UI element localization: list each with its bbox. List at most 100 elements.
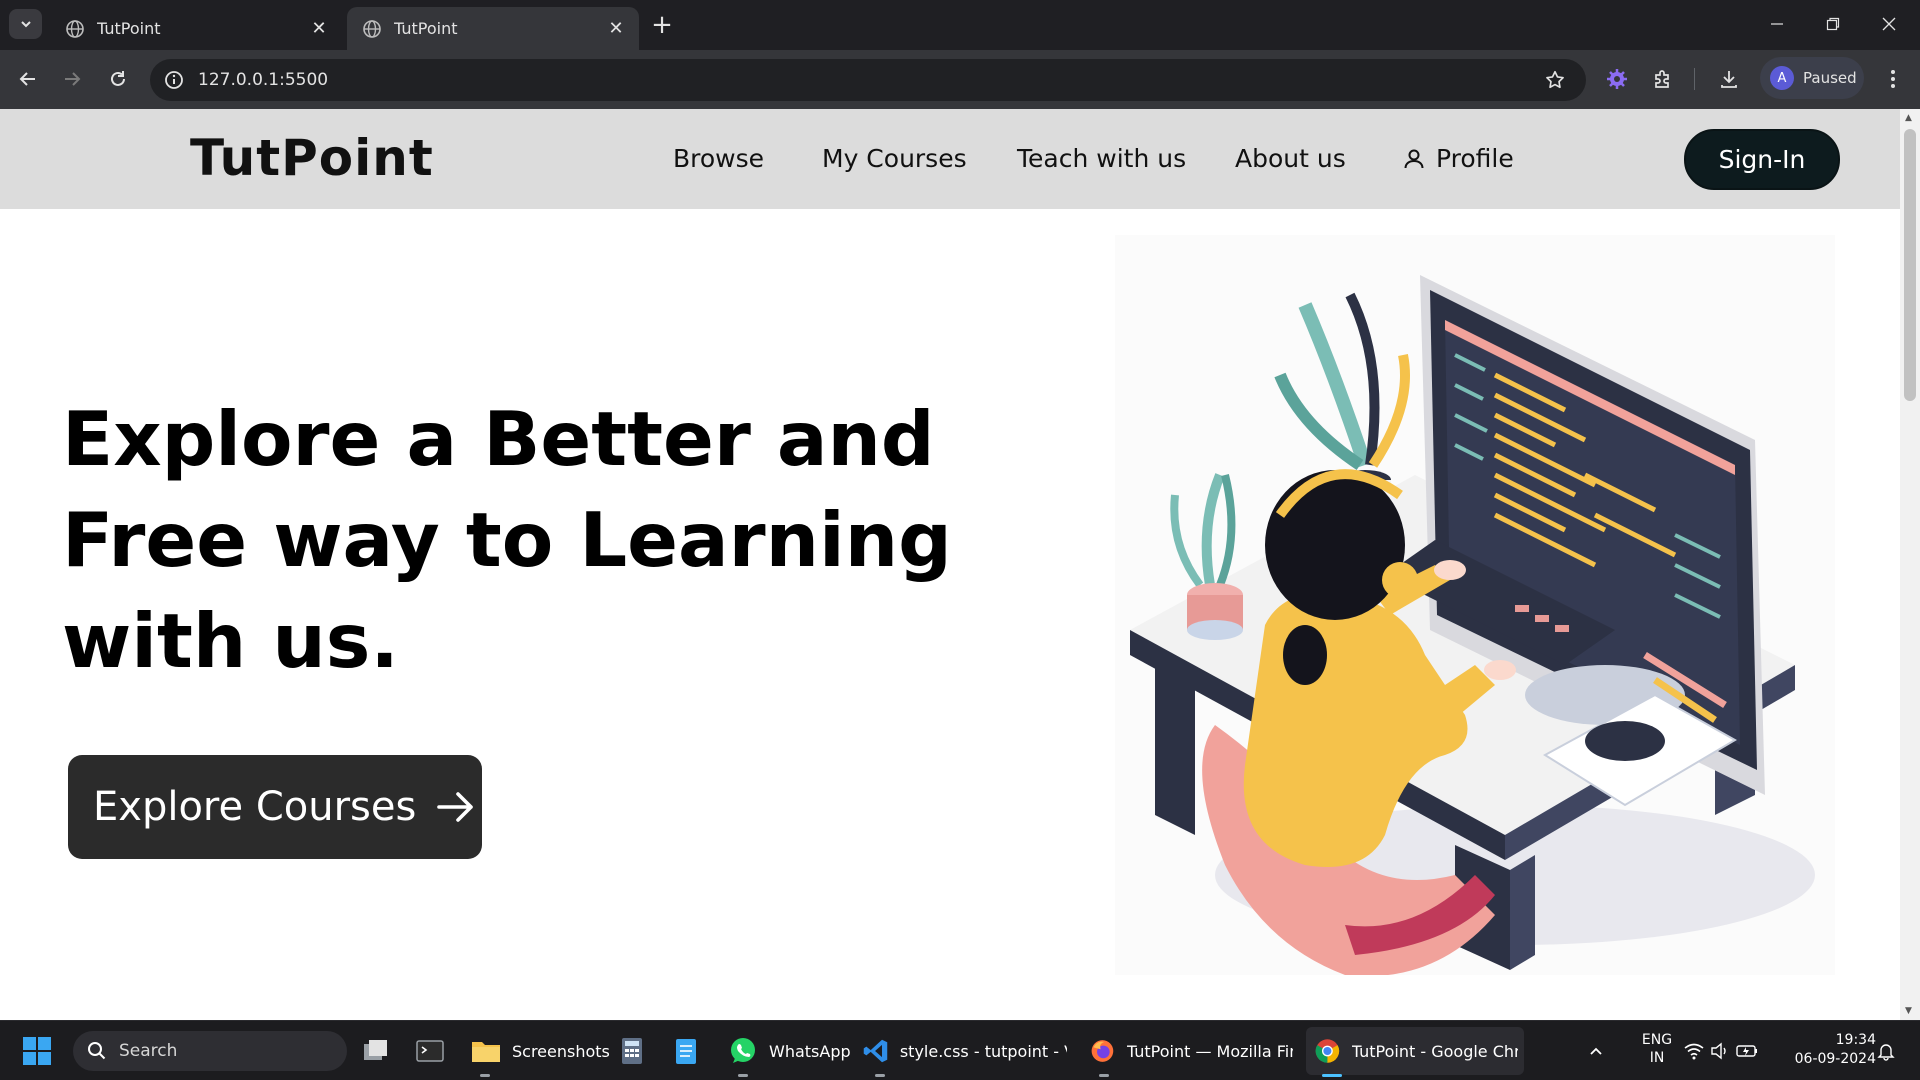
nav-browse[interactable]: Browse (673, 144, 764, 173)
taskbar-app-screenshots[interactable]: Screenshots (470, 1029, 610, 1073)
notifications-button[interactable] (1876, 1029, 1896, 1073)
search-placeholder: Search (119, 1041, 178, 1061)
active-indicator (1322, 1074, 1342, 1077)
minimize-icon (1771, 23, 1783, 25)
taskbar-app-vscode[interactable]: style.css - tutpoint - Visi (862, 1029, 1067, 1073)
system-tray-status[interactable] (1683, 1029, 1763, 1073)
arrow-left-icon (19, 72, 35, 86)
taskbar-app-firefox[interactable]: TutPoint — Mozilla Firef (1088, 1029, 1293, 1073)
whatsapp-icon (731, 1038, 755, 1063)
task-view-icon (364, 1040, 387, 1060)
forward-button[interactable] (57, 64, 87, 94)
running-indicator (738, 1074, 748, 1077)
scrollbar-thumb[interactable] (1904, 129, 1916, 401)
page-scrollbar[interactable]: ▲ ▼ (1900, 109, 1920, 1020)
tab-search-button[interactable] (9, 9, 42, 39)
language-indicator[interactable]: ENG IN (1635, 1031, 1679, 1067)
close-tab-icon[interactable]: ✕ (308, 18, 330, 40)
hero-title: Explore a Better and Free way to Learnin… (62, 389, 962, 692)
chevron-down-icon (20, 21, 31, 28)
taskbar-app-label: style.css - tutpoint - Visi (899, 1041, 1067, 1061)
site-info-icon[interactable] (162, 68, 186, 92)
profile-status: Paused (1803, 69, 1857, 87)
lang-line: ENG (1641, 1032, 1673, 1048)
task-view-button[interactable] (360, 1029, 390, 1073)
bell-icon (1877, 1044, 1895, 1061)
downloads-button[interactable] (1714, 64, 1744, 94)
profile-chip[interactable]: A Paused (1760, 57, 1864, 99)
start-button[interactable] (22, 1029, 52, 1073)
tab-title: TutPoint (97, 19, 161, 38)
download-icon (1721, 71, 1737, 88)
lang-line: IN (1649, 1050, 1665, 1066)
running-indicator (1099, 1074, 1109, 1077)
nav-my-courses[interactable]: My Courses (822, 144, 967, 173)
taskbar-app-label: TutPoint — Mozilla Firef (1126, 1041, 1293, 1061)
terminal-app[interactable] (415, 1029, 445, 1073)
avatar: A (1770, 66, 1794, 90)
chevron-up-icon (1590, 1047, 1602, 1055)
wifi-icon (1684, 1043, 1704, 1060)
taskbar-app-chrome[interactable]: TutPoint - Google Chror (1313, 1029, 1518, 1073)
firefox-icon (1091, 1040, 1114, 1062)
taskbar-app-label: WhatsApp (769, 1041, 851, 1061)
new-tab-button[interactable]: + (649, 12, 675, 38)
restore-button[interactable] (1811, 8, 1855, 40)
notepad-app[interactable] (672, 1029, 700, 1073)
web-page: TutPoint Browse My Courses Teach with us… (0, 109, 1900, 1020)
nav-teach[interactable]: Teach with us (1017, 144, 1186, 173)
address-bar[interactable]: 127.0.0.1:5500 (150, 59, 1586, 101)
windows-logo-icon (23, 1037, 51, 1065)
kebab-menu-icon (1891, 70, 1895, 88)
clock[interactable]: 19:34 06-09-2024 (1780, 1031, 1876, 1069)
taskbar-app-label: TutPoint - Google Chror (1351, 1041, 1518, 1061)
browser-tabstrip: TutPoint ✕ TutPoint ✕ + (0, 0, 1920, 50)
user-icon (1404, 149, 1424, 168)
clock-time: 19:34 (1835, 1032, 1876, 1048)
back-button[interactable] (13, 64, 43, 94)
volume-icon (1711, 1042, 1726, 1060)
arrow-right-icon (437, 792, 474, 822)
search-icon (88, 1042, 106, 1060)
reload-button[interactable] (103, 64, 133, 94)
browser-tab-2[interactable]: TutPoint ✕ (347, 7, 639, 50)
hero-title-line: Free way to Learning (62, 496, 952, 584)
chrome-icon (1315, 1039, 1340, 1063)
clock-date: 06-09-2024 (1794, 1051, 1876, 1067)
extensions-menu-button[interactable] (1648, 64, 1678, 94)
running-indicator (480, 1074, 490, 1077)
taskbar-search[interactable]: Search (73, 1031, 347, 1071)
extension-button[interactable] (1602, 64, 1632, 94)
terminal-icon (416, 1040, 444, 1062)
site-logo[interactable]: TutPoint (190, 129, 434, 187)
nav-profile-label: Profile (1436, 144, 1514, 173)
nav-profile[interactable]: Profile (1402, 144, 1514, 173)
explore-courses-button[interactable]: Explore Courses (68, 755, 482, 859)
taskbar-app-whatsapp[interactable]: WhatsApp (727, 1029, 851, 1073)
browser-tab-1[interactable]: TutPoint ✕ (50, 7, 342, 50)
hero-title-line: Explore a Better and (62, 395, 935, 483)
url-text: 127.0.0.1:5500 (198, 70, 329, 90)
scroll-up-arrow-icon[interactable]: ▲ (1905, 113, 1912, 123)
explore-courses-label: Explore Courses (93, 784, 417, 830)
close-window-button[interactable] (1867, 8, 1911, 40)
bookmark-star-icon[interactable] (1544, 69, 1566, 91)
show-hidden-icons-button[interactable] (1588, 1029, 1604, 1073)
restore-icon (1826, 17, 1840, 31)
site-navbar: TutPoint Browse My Courses Teach with us… (0, 109, 1900, 209)
calculator-app[interactable] (618, 1029, 646, 1073)
tab-title: TutPoint (394, 19, 458, 38)
browser-toolbar: 127.0.0.1:5500 A Paused (0, 50, 1920, 109)
chrome-menu-button[interactable] (1878, 64, 1908, 94)
puzzle-icon (1655, 70, 1669, 88)
minimize-button[interactable] (1755, 8, 1799, 40)
nav-about[interactable]: About us (1235, 144, 1346, 173)
notepad-icon (676, 1039, 696, 1064)
battery-icon (1736, 1045, 1757, 1057)
close-tab-icon[interactable]: ✕ (605, 18, 627, 40)
sign-in-button[interactable]: Sign-In (1684, 129, 1840, 190)
screen: TutPoint ✕ TutPoint ✕ + 127.0.0.1:5500 A… (0, 0, 1920, 1080)
scroll-down-arrow-icon[interactable]: ▼ (1905, 1006, 1912, 1016)
folder-icon (472, 1042, 500, 1062)
vscode-icon (863, 1039, 888, 1063)
